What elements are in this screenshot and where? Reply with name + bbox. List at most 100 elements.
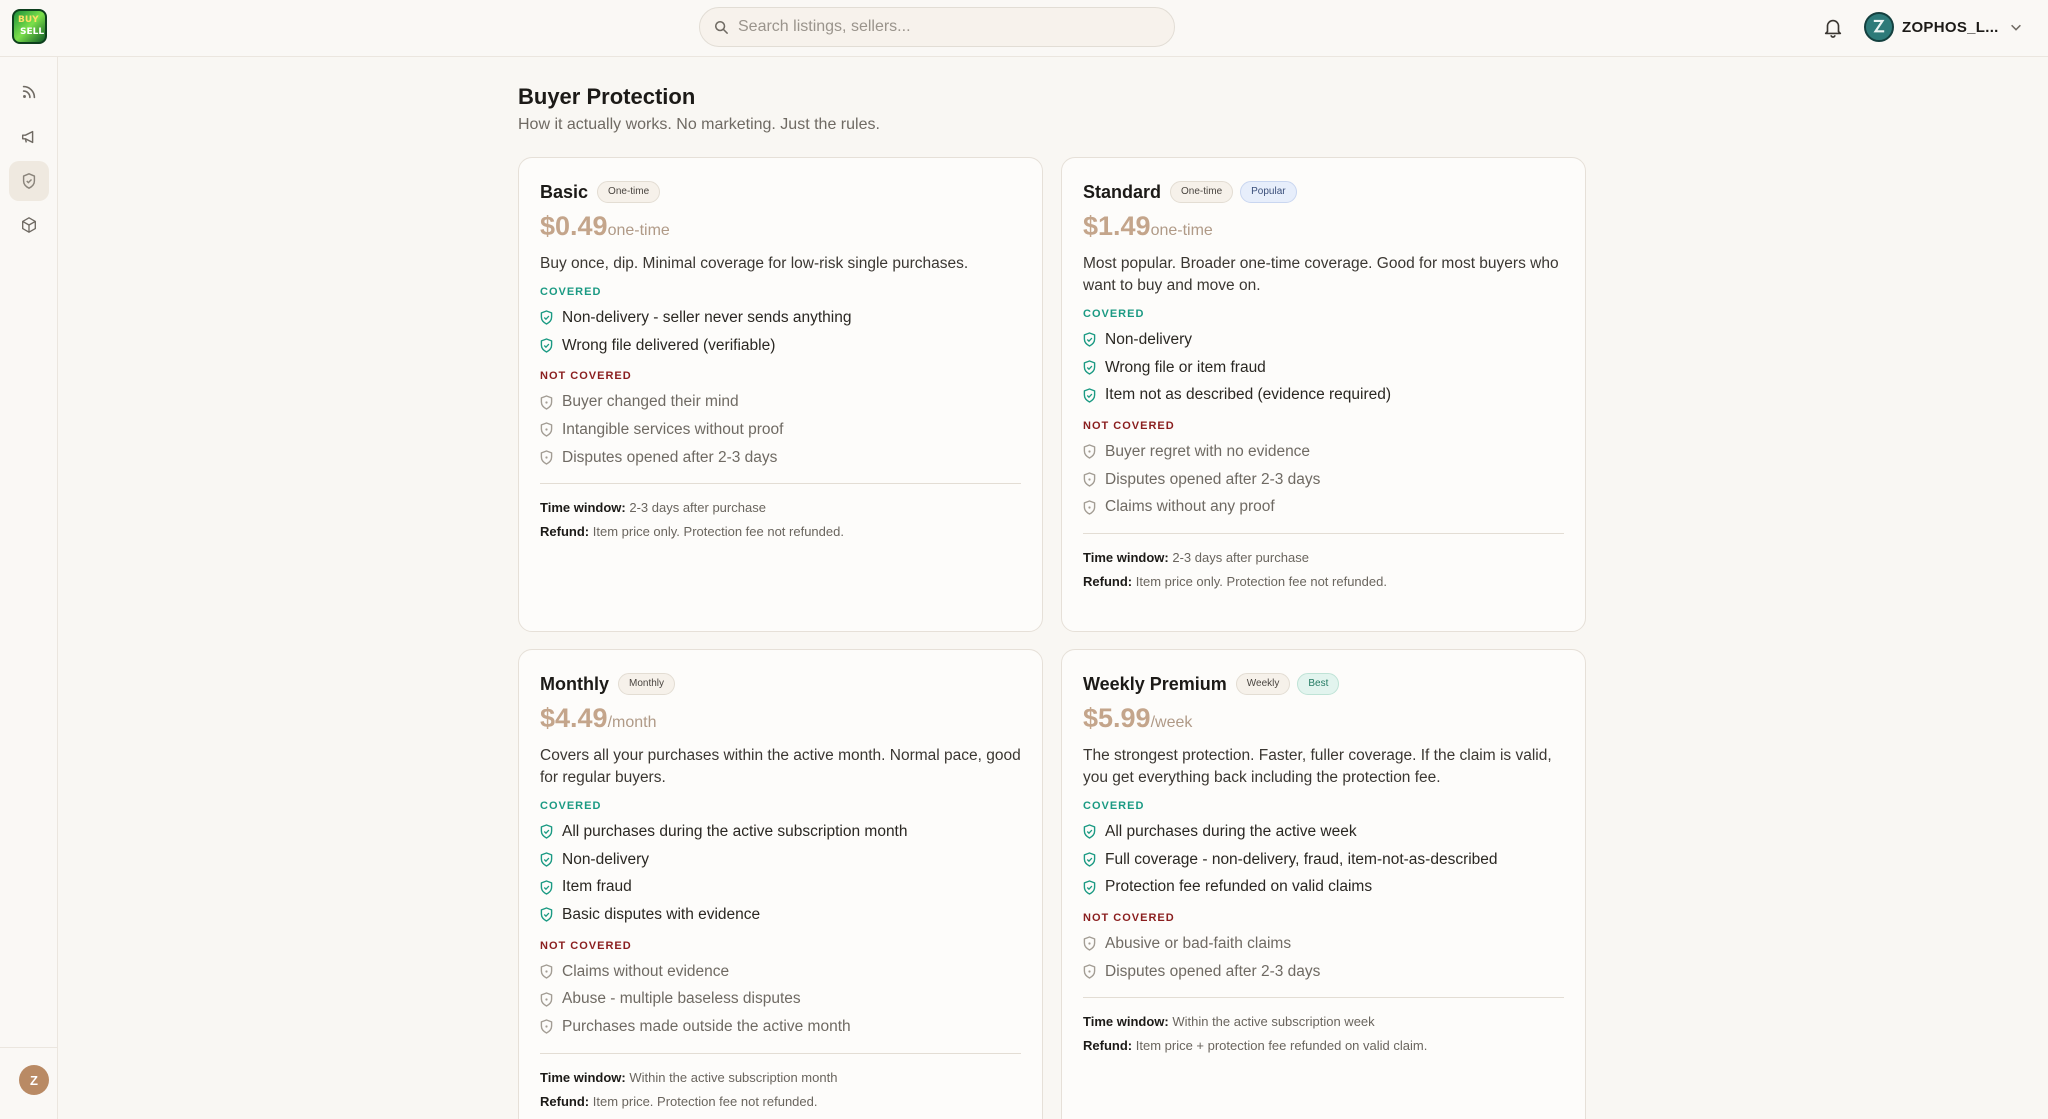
chevron-down-icon[interactable] [2009,20,2023,34]
price-amount: $0.49 [540,211,608,241]
search-input[interactable] [738,18,1138,36]
not-covered-list: Buyer changed their mind Intangible servi… [540,388,1021,471]
plan-name: Monthly [540,673,609,694]
not-covered-item-text: Disputes opened after 2-3 days [1105,962,1321,980]
shield-check-icon [540,907,553,923]
covered-item: Basic disputes with evidence [540,901,1021,929]
plan-card-standard[interactable]: Standard One-time Popular $1.49 one-time Most… [1061,157,1586,632]
shield-check-icon [1083,852,1096,867]
not-covered-item: Abusive or bad-faith claims [1083,930,1564,958]
sidebar-item-announcements[interactable] [9,117,49,157]
covered-item-text: Non-delivery - seller never sends anythi… [562,308,852,326]
plan-header: Standard One-time Popular [1083,180,1564,204]
covered-item: Wrong file or item fraud [1083,354,1564,382]
plan-card-weekly-premium[interactable]: Weekly Premium Weekly Best $5.99/week The st… [1061,649,1586,1119]
time-window-label: Time window: [540,1069,626,1085]
shield-check-icon [22,173,36,189]
covered-item: Item not as described (evidence required… [1083,381,1564,409]
shield-icon [540,450,553,465]
covered-list: All purchases during the active week Full… [1083,818,1564,901]
covered-item-text: Item fraud [562,878,632,896]
time-window: Time window: Within the active subscript… [540,1066,1021,1090]
covered-list: Non-delivery - seller never sends anythi… [540,304,1021,359]
time-window-label: Time window: [540,500,626,516]
refund-value: Item price + protection fee refunded on … [1135,1038,1428,1054]
sidebar-item-buyer-protection[interactable] [9,161,49,201]
plan-badge: Weekly [1235,673,1291,695]
search-bar[interactable] [699,7,1175,47]
time-window-value: Within the active subscription week [1172,1014,1375,1030]
shield-icon [540,964,553,979]
plan-card-basic[interactable]: Basic One-time $0.49 one-time Buy once, dip.… [518,157,1043,632]
plan-badge: Popular [1240,181,1297,203]
not-covered-item-text: Disputes opened after 2-3 days [562,448,778,466]
covered-item: Item fraud [540,873,1021,901]
not-covered-item: Disputes opened after 2-3 days [1083,958,1564,986]
covered-item-text: Non-delivery [562,850,650,868]
sidebar-user-avatar[interactable]: Z [19,1065,49,1095]
not-covered-label: NOT COVERED [1083,420,1175,433]
plan-price: $5.99/week [1083,703,1564,735]
time-window: Time window: Within the active subscript… [1083,1010,1564,1034]
covered-item-text: All purchases during the active week [1105,822,1357,840]
user-name: ZOPHOS_L... [1902,18,1999,36]
not-covered-item: Disputes opened after 2-3 days [1083,466,1564,494]
refund-value: Item price only. Protection fee not refu… [1135,574,1387,590]
covered-list: Non-delivery Wrong file or item fraud Item… [1083,326,1564,409]
refund-label: Refund: [540,1093,590,1109]
sidebar-item-feed[interactable] [9,72,49,112]
price-unit: /week [1150,714,1193,731]
plan-description: The strongest protection. Faster, fuller… [1083,747,1552,786]
plan-header: Weekly Premium Weekly Best [1083,672,1564,696]
not-covered-item-text: Claims without evidence [562,962,730,980]
plan-description: Buy once, dip. Minimal coverage for low-… [540,255,969,272]
covered-item: Full coverage - non-delivery, fraud, ite… [1083,846,1564,874]
not-covered-item: Buyer regret with no evidence [1083,438,1564,466]
shield-check-icon [1083,824,1096,840]
shield-check-icon [540,852,553,867]
covered-item-text: Wrong file delivered (verifiable) [562,336,776,354]
not-covered-label: NOT COVERED [1083,912,1175,925]
plan-header: Monthly Monthly [540,672,1021,696]
covered-label: COVERED [540,286,602,298]
refund-info: Refund: Item price. Protection fee not r… [540,1090,1021,1114]
time-window-value: 2-3 days after purchase [629,500,766,516]
not-covered-item-text: Buyer changed their mind [562,393,739,411]
covered-label: COVERED [1083,308,1145,320]
plan-badge: Monthly [618,673,676,695]
plan-badge: One-time [597,181,661,203]
price-amount: $5.99 [1083,703,1151,733]
covered-item-text: Full coverage - non-delivery, fraud, ite… [1105,850,1498,868]
not-covered-list: Claims without evidence Abuse - multiple … [540,958,1021,1041]
not-covered-item-text: Intangible services without proof [562,420,784,438]
plan-price: $4.49/month [540,703,1021,735]
rss-icon [22,85,36,99]
plan-description: Covers all your purchases within the act… [540,747,1021,786]
search-icon [714,20,728,34]
covered-item: Non-delivery [1083,326,1564,354]
card-divider [540,483,1021,485]
shield-icon [540,1019,553,1035]
time-window: Time window: 2-3 days after purchase [1083,546,1564,570]
price-amount: $4.49 [540,703,608,733]
not-covered-item: Claims without any proof [1083,493,1564,521]
refund-info: Refund: Item price only. Protection fee … [540,520,1021,544]
package-icon [22,217,36,233]
plan-description: Most popular. Broader one-time coverage.… [1083,255,1559,294]
not-covered-item: Purchases made outside the active month [540,1013,1021,1041]
not-covered-item-text: Disputes opened after 2-3 days [1105,470,1321,488]
shield-check-icon [540,338,553,353]
time-window: Time window: 2-3 days after purchase [540,496,1021,520]
not-covered-item-text: Buyer regret with no evidence [1105,442,1311,460]
plan-name: Basic [540,181,589,202]
top-bar: BUY SELL ZOPHOS_L... [0,0,2048,57]
not-covered-label: NOT COVERED [540,939,632,952]
sidebar-item-orders[interactable] [9,205,49,245]
card-divider [540,1052,1021,1054]
user-menu[interactable]: ZOPHOS_L... [1864,12,2023,42]
app-logo[interactable]: BUY SELL [12,9,47,44]
notification-bell-icon[interactable] [1822,16,1844,38]
not-covered-item: Claims without evidence [540,958,1021,986]
plan-card-monthly[interactable]: Monthly Monthly $4.49/month Covers all your… [518,649,1043,1119]
megaphone-icon [21,130,34,144]
